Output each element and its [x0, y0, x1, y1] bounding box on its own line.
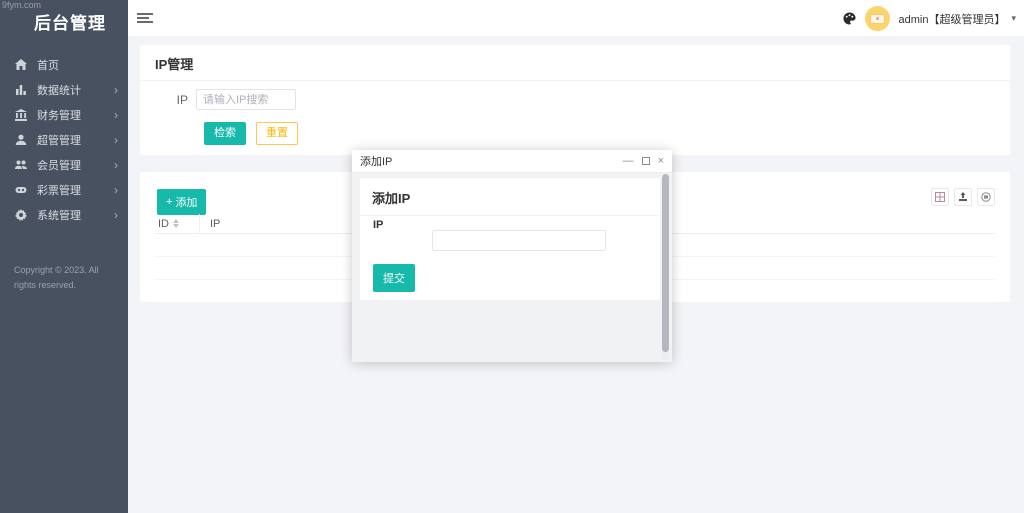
sidebar-item-finance[interactable]: 财务管理 › [0, 102, 128, 127]
modal-titlebar[interactable]: 添加IP — × [352, 150, 672, 173]
add-ip-form-card: 添加IP IP 提交 [360, 178, 660, 300]
sidebar-item-label: 会员管理 [37, 157, 81, 173]
chevron-right-icon: › [114, 83, 118, 97]
close-icon[interactable]: × [658, 156, 664, 167]
reset-button[interactable]: 重置 [256, 122, 298, 145]
watermark-text: 9fym.com [2, 0, 41, 10]
sidebar: 9fym.com 后台管理 首页 数据统计 › 财务管理 › [0, 0, 128, 513]
add-button[interactable]: + 添加 [157, 189, 206, 215]
chevron-right-icon: › [114, 133, 118, 147]
print-button[interactable] [977, 188, 995, 206]
modal-title: 添加IP [360, 153, 392, 169]
scrollbar-thumb[interactable] [662, 174, 669, 352]
chevron-right-icon: › [114, 158, 118, 172]
divider [360, 215, 660, 216]
top-header: admin【超级管理员】 ▾ [128, 0, 1024, 37]
sidebar-item-statistics[interactable]: 数据统计 › [0, 77, 128, 102]
add-ip-modal: 添加IP — × 添加IP IP 提交 [352, 150, 672, 362]
ip-field-input[interactable] [432, 230, 606, 251]
ip-field-label: IP [373, 219, 383, 231]
modal-body: 添加IP IP 提交 [352, 173, 672, 362]
sort-icon[interactable] [173, 219, 179, 228]
sidebar-item-label: 系统管理 [37, 207, 81, 223]
modal-scrollbar [662, 174, 669, 360]
column-header-ip[interactable]: IP [200, 218, 220, 230]
sidebar-item-label: 首页 [37, 57, 59, 73]
sidebar-item-lottery[interactable]: 彩票管理 › [0, 177, 128, 202]
sidebar-item-superadmin[interactable]: 超管管理 › [0, 127, 128, 152]
home-icon [14, 58, 27, 71]
submit-button[interactable]: 提交 [373, 264, 415, 292]
menu-toggle-icon[interactable] [137, 11, 153, 25]
export-icon [958, 192, 968, 202]
ip-search-input[interactable] [196, 89, 296, 110]
ip-search-card: IP管理 IP 检索 重置 [140, 45, 1010, 155]
export-button[interactable] [954, 188, 972, 206]
theme-palette-icon[interactable] [843, 12, 856, 25]
divider [140, 80, 1010, 81]
maximize-icon[interactable] [642, 157, 650, 165]
gear-icon [14, 208, 27, 221]
caret-down-icon[interactable]: ▾ [1011, 13, 1016, 24]
sidebar-item-label: 超管管理 [37, 132, 81, 148]
sidebar-item-label: 财务管理 [37, 107, 81, 123]
chevron-right-icon: › [114, 183, 118, 197]
search-button[interactable]: 检索 [204, 122, 246, 145]
plus-icon: + [166, 196, 172, 208]
user-icon [14, 133, 27, 146]
copyright-text: Copyright © 2023. All rights reserved. [0, 263, 128, 293]
chevron-right-icon: › [114, 208, 118, 222]
sidebar-item-label: 数据统计 [37, 82, 81, 98]
add-button-label: 添加 [175, 194, 197, 210]
filter-columns-button[interactable] [931, 188, 949, 206]
filter-icon [935, 192, 945, 202]
minimize-icon[interactable]: — [623, 156, 634, 167]
bank-icon [14, 108, 27, 121]
ticket-icon [14, 183, 27, 196]
sidebar-item-members[interactable]: 会员管理 › [0, 152, 128, 177]
print-icon [981, 192, 991, 202]
sidebar-item-system[interactable]: 系统管理 › [0, 202, 128, 227]
page-title: IP管理 [140, 45, 1010, 80]
bar-chart-icon [14, 83, 27, 96]
column-header-id[interactable]: ID [158, 218, 169, 230]
modal-heading: 添加IP [360, 178, 660, 215]
sidebar-item-label: 彩票管理 [37, 182, 81, 198]
user-menu[interactable]: admin【超级管理员】 [899, 11, 1006, 27]
ip-search-label: IP [140, 93, 196, 107]
sidebar-menu: 首页 数据统计 › 财务管理 › 超管管理 › [0, 52, 128, 227]
user-avatar[interactable] [865, 6, 890, 31]
sidebar-item-home[interactable]: 首页 [0, 52, 128, 77]
users-icon [14, 158, 27, 171]
chevron-right-icon: › [114, 108, 118, 122]
